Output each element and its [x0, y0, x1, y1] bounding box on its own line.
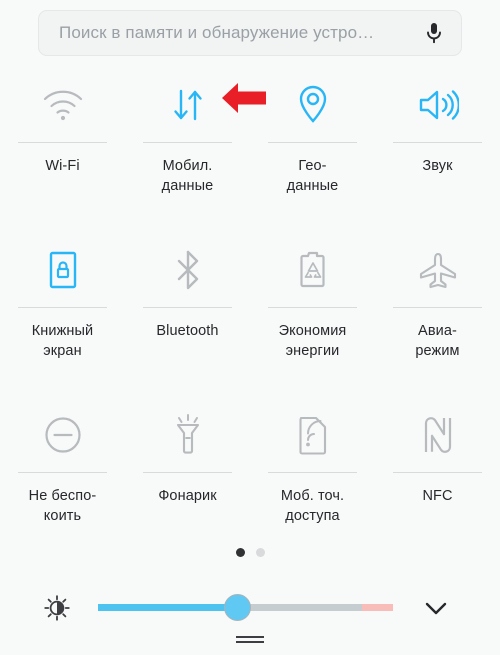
quick-settings-grid: Wi-Fi Мобил. данные Гео- данные Звук Кни… — [0, 68, 500, 563]
tile-airplane-mode[interactable]: Авиа- режим — [375, 233, 500, 398]
airplane-icon — [375, 233, 500, 307]
slider-thumb[interactable] — [224, 594, 251, 621]
mobile-data-icon — [125, 68, 250, 142]
tile-divider — [18, 307, 107, 308]
tile-divider — [143, 472, 232, 473]
do-not-disturb-icon — [0, 398, 125, 472]
tile-divider — [268, 472, 357, 473]
wifi-icon — [0, 68, 125, 142]
flashlight-icon — [125, 398, 250, 472]
tile-label: Мобил. данные — [161, 158, 214, 194]
tile-do-not-disturb[interactable]: Не беспо- коить — [0, 398, 125, 563]
microphone-icon[interactable] — [421, 19, 447, 47]
tile-label: Авиа- режим — [415, 323, 460, 359]
battery-saver-icon — [250, 233, 375, 307]
tile-hotspot[interactable]: Моб. точ. доступа — [250, 398, 375, 563]
tile-battery-saver[interactable]: Экономия энергии — [250, 233, 375, 398]
tile-wifi[interactable]: Wi-Fi — [0, 68, 125, 233]
tile-label: Wi-Fi — [45, 158, 80, 174]
drag-handle-icon[interactable] — [236, 636, 264, 645]
page-dot-2[interactable] — [255, 548, 265, 557]
tile-label: Гео- данные — [286, 158, 339, 194]
tile-location[interactable]: Гео- данные — [250, 68, 375, 233]
tile-label: Не беспо- коить — [28, 488, 97, 524]
tile-label: Фонарик — [158, 488, 217, 504]
tile-label: Книжный экран — [31, 323, 94, 359]
tile-label: Моб. точ. доступа — [280, 488, 345, 524]
chevron-down-icon[interactable] — [423, 597, 449, 619]
slider-warn-zone — [362, 604, 393, 611]
brightness-auto-icon[interactable] — [44, 595, 70, 621]
tile-divider — [143, 307, 232, 308]
nfc-icon — [375, 398, 500, 472]
search-bar[interactable] — [38, 10, 462, 56]
hotspot-icon — [250, 398, 375, 472]
grip-line — [236, 641, 264, 643]
tile-divider — [393, 472, 482, 473]
tile-label: NFC — [422, 488, 453, 504]
tile-divider — [393, 307, 482, 308]
tile-bluetooth[interactable]: Bluetooth — [125, 233, 250, 398]
pagination-dots[interactable] — [0, 548, 500, 557]
tile-flashlight[interactable]: Фонарик — [125, 398, 250, 563]
speaker-icon — [375, 68, 500, 142]
slider-fill — [98, 604, 238, 611]
tile-divider — [268, 307, 357, 308]
grip-line — [236, 636, 264, 638]
slider-track — [238, 604, 362, 611]
tile-label: Экономия энергии — [278, 323, 347, 359]
bluetooth-icon — [125, 233, 250, 307]
page-dot-1[interactable] — [235, 548, 245, 557]
tile-rotation-lock[interactable]: Книжный экран — [0, 233, 125, 398]
tile-divider — [18, 142, 107, 143]
location-pin-icon — [250, 68, 375, 142]
tile-divider — [143, 142, 232, 143]
tile-mobile-data[interactable]: Мобил. данные — [125, 68, 250, 233]
brightness-row — [0, 586, 500, 630]
tile-divider — [18, 472, 107, 473]
search-input[interactable] — [57, 22, 421, 44]
tile-label: Звук — [422, 158, 453, 174]
tile-nfc[interactable]: NFC — [375, 398, 500, 563]
tile-divider — [268, 142, 357, 143]
tile-sound[interactable]: Звук — [375, 68, 500, 233]
rotation-lock-icon — [0, 233, 125, 307]
tile-divider — [393, 142, 482, 143]
brightness-slider[interactable] — [98, 594, 393, 621]
tile-label: Bluetooth — [156, 323, 219, 339]
